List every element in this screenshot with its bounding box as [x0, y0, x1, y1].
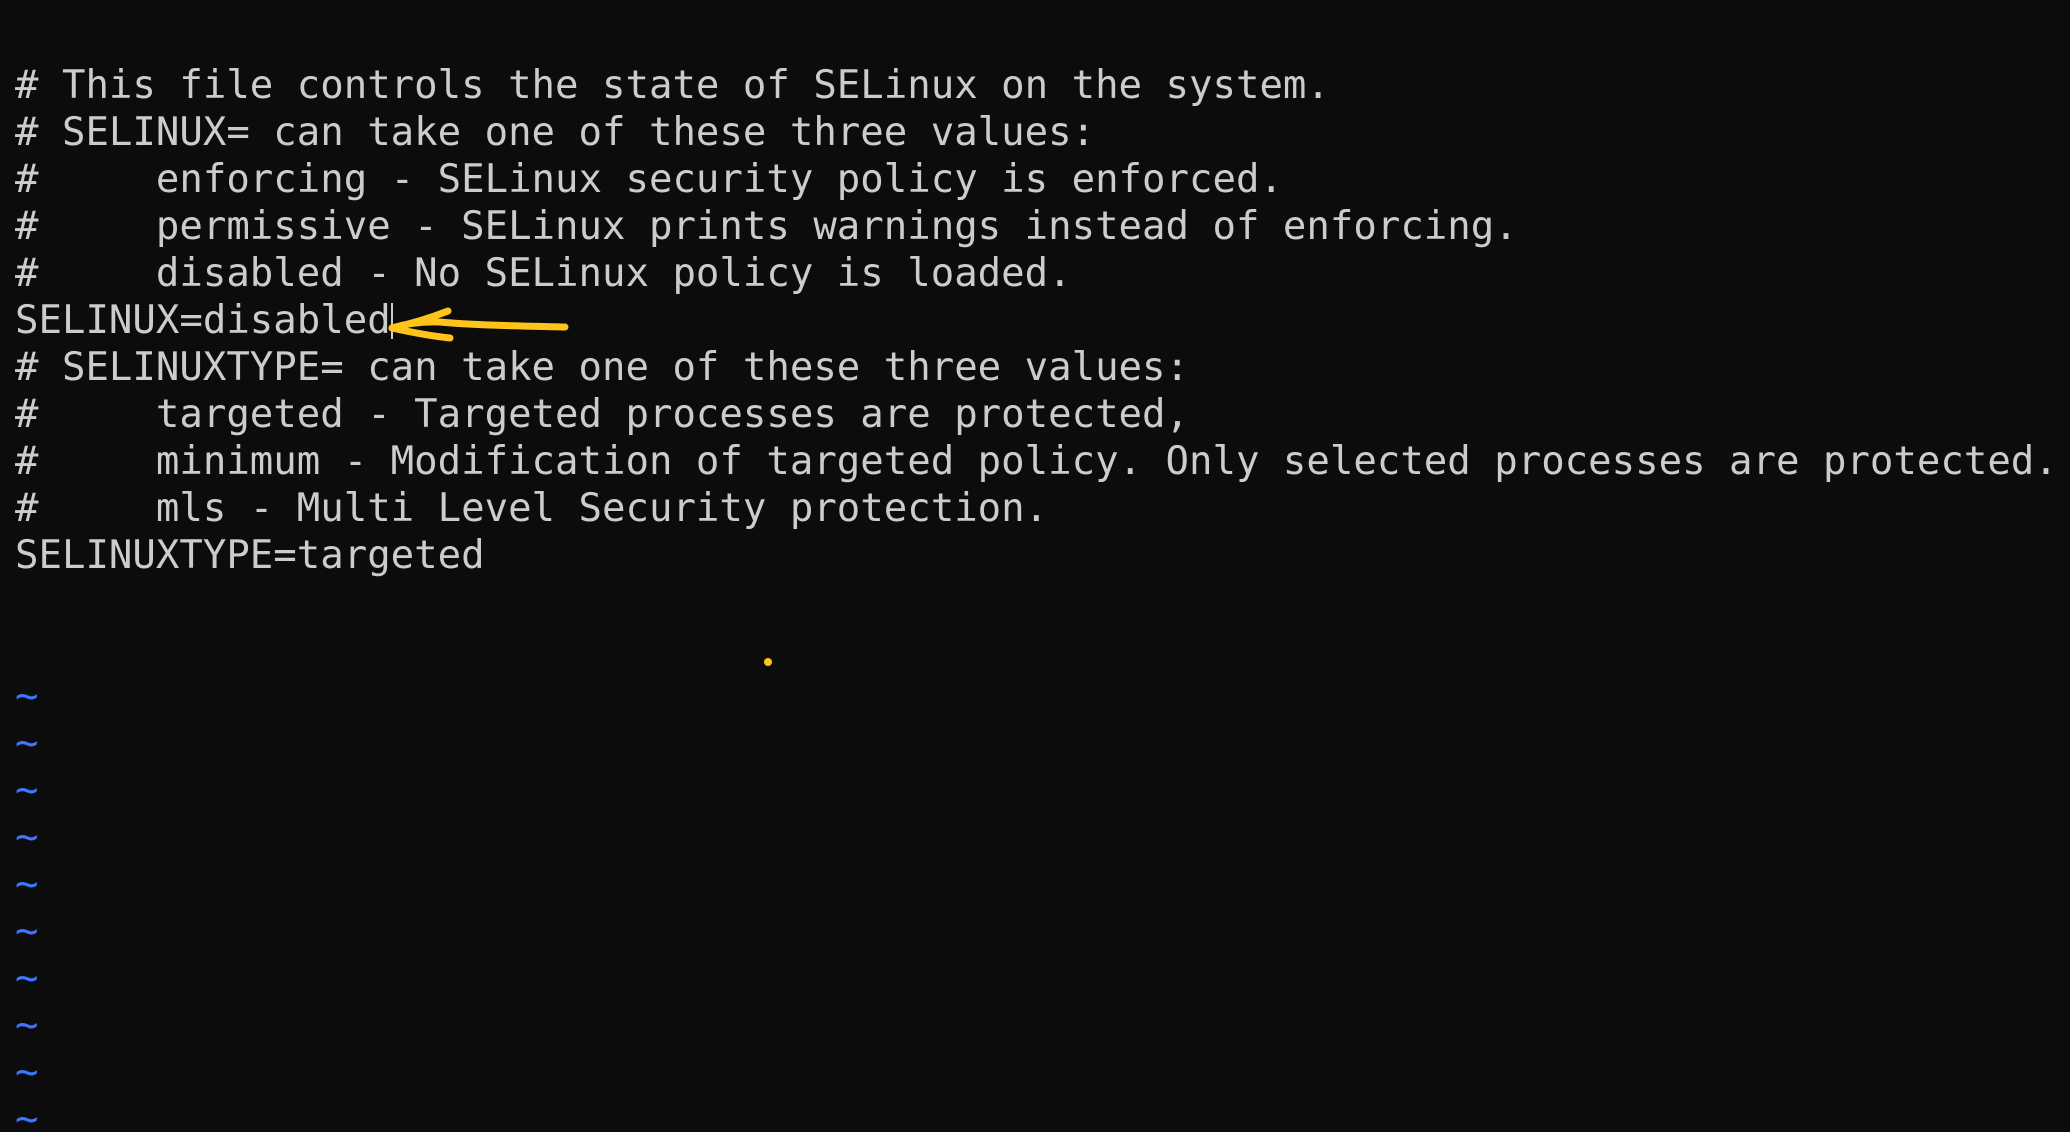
tilde-marker: ~ — [15, 862, 39, 907]
tilde-marker: ~ — [15, 815, 39, 860]
file-line: # This file controls the state of SELinu… — [15, 63, 1330, 108]
tilde-marker: ~ — [15, 1097, 39, 1132]
empty-line — [15, 626, 2058, 673]
tilde-marker: ~ — [15, 956, 39, 1001]
terminal-window[interactable]: # This file controls the state of SELinu… — [0, 0, 2070, 1132]
vim-buffer[interactable]: # This file controls the state of SELinu… — [15, 62, 2058, 1132]
tilde-marker: ~ — [15, 1050, 39, 1095]
file-line: # minimum - Modification of targeted pol… — [15, 439, 2058, 484]
file-line: # SELINUX= can take one of these three v… — [15, 110, 1096, 155]
tilde-marker: ~ — [15, 721, 39, 766]
text-cursor — [390, 303, 393, 339]
tilde-marker: ~ — [15, 909, 39, 954]
file-line: # enforcing - SELinux security policy is… — [15, 157, 1283, 202]
file-line: # disabled - No SELinux policy is loaded… — [15, 251, 1072, 296]
file-line: # mls - Multi Level Security protection. — [15, 486, 1049, 531]
selinux-setting-text: SELINUX=disabled — [15, 298, 391, 343]
file-line: # SELINUXTYPE= can take one of these thr… — [15, 345, 1189, 390]
tilde-marker: ~ — [15, 674, 39, 719]
file-line: # targeted - Targeted processes are prot… — [15, 392, 1189, 437]
tilde-marker: ~ — [15, 1003, 39, 1048]
empty-line — [15, 579, 2058, 626]
file-line: SELINUXTYPE=targeted — [15, 533, 485, 578]
selinux-setting-line: SELINUX=disabled — [15, 297, 2058, 344]
file-line: # permissive - SELinux prints warnings i… — [15, 204, 1518, 249]
tilde-marker: ~ — [15, 768, 39, 813]
